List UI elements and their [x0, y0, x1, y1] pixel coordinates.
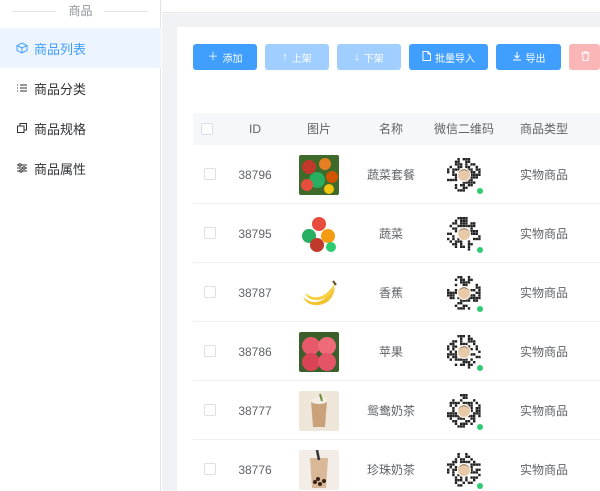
row-image	[299, 263, 339, 322]
cube-icon	[16, 42, 28, 54]
qr-code-image	[445, 215, 484, 254]
wechat-qr-code[interactable]	[443, 322, 485, 381]
row-image	[299, 440, 339, 491]
sidebar: 商品 商品列表 商品分类 商品规格 商品属性	[0, 0, 161, 491]
app: 商品 商品列表 商品分类 商品规格 商品属性 ＋ 添加 ↑ 上架 ↓ 下架 批量…	[0, 0, 600, 491]
wechat-badge-icon	[476, 245, 484, 254]
qr-code-image	[445, 274, 484, 313]
row-name: 鸳鸯奶茶	[366, 404, 415, 418]
document-icon	[422, 50, 431, 64]
bananas-image	[299, 272, 339, 313]
header-wechat-qr: 微信二维码	[433, 122, 494, 136]
wechat-badge-icon	[476, 304, 484, 313]
wechat-qr-code[interactable]	[443, 263, 485, 322]
on-shelf-button[interactable]: ↑ 上架	[265, 44, 329, 70]
table-header: ID 图片 名称 微信二维码 商品类型	[193, 113, 600, 146]
bubble-tea-image	[299, 449, 339, 490]
sidebar-item-label: 商品属性	[34, 161, 87, 177]
select-all-checkbox[interactable]	[201, 123, 213, 135]
row-type: 实物商品	[519, 345, 568, 359]
header-image: 图片	[306, 122, 331, 136]
row-name: 蔬菜套餐	[366, 168, 415, 182]
row-image	[299, 204, 339, 263]
copy-icon	[16, 122, 28, 134]
apples-image	[299, 331, 339, 372]
off-shelf-button[interactable]: ↓ 下架	[337, 44, 401, 70]
sidebar-group-title: 商品	[0, 0, 161, 24]
wechat-qr-code[interactable]	[443, 381, 485, 440]
wechat-qr-code[interactable]	[443, 204, 485, 263]
wechat-badge-icon	[476, 363, 484, 372]
arrow-up-icon: ↑	[282, 50, 288, 63]
row-id: 38777	[238, 403, 272, 418]
table-row[interactable]: 38795 蔬菜 实物商品	[193, 204, 600, 263]
sidebar-item-product-spec[interactable]: 商品规格	[0, 108, 161, 148]
sidebar-item-product-attribute[interactable]: 商品属性	[0, 148, 161, 188]
vegetable-basket-image	[299, 154, 339, 195]
batch-import-button[interactable]: 批量导入	[409, 44, 488, 70]
row-type: 实物商品	[519, 227, 568, 241]
sidebar-item-label: 商品分类	[34, 81, 87, 97]
row-image	[299, 145, 339, 204]
row-checkbox[interactable]	[204, 168, 216, 180]
sidebar-item-product-list[interactable]: 商品列表	[0, 28, 161, 68]
row-checkbox[interactable]	[204, 286, 216, 298]
row-id: 38786	[238, 344, 272, 359]
row-type: 实物商品	[519, 404, 568, 418]
row-image	[299, 322, 339, 381]
header-product-type: 商品类型	[519, 122, 568, 136]
row-id: 38776	[238, 462, 272, 477]
sliders-icon	[16, 162, 28, 174]
table-row[interactable]: 38776 珍珠奶茶 实物商品	[193, 440, 600, 491]
add-button[interactable]: ＋ 添加	[193, 44, 257, 70]
row-type: 实物商品	[519, 286, 568, 300]
row-checkbox[interactable]	[204, 404, 216, 416]
sidebar-item-product-category[interactable]: 商品分类	[0, 68, 161, 108]
row-type: 实物商品	[519, 463, 568, 477]
table-row[interactable]: 38787 香蕉 实物商品	[193, 263, 600, 322]
arrow-down-icon: ↓	[354, 50, 360, 63]
wechat-qr-code[interactable]	[443, 145, 485, 204]
table-row[interactable]: 38777 鸳鸯奶茶 实物商品	[193, 381, 600, 440]
qr-code-image	[445, 451, 484, 490]
qr-code-image	[445, 392, 484, 431]
header-name: 名称	[378, 122, 403, 136]
row-image	[299, 381, 339, 440]
top-bar	[162, 0, 600, 13]
row-name: 蔬菜	[378, 227, 403, 241]
delete-button[interactable]	[569, 44, 600, 70]
sidebar-item-label: 商品规格	[34, 121, 87, 137]
row-id: 38787	[238, 285, 272, 300]
row-type: 实物商品	[519, 168, 568, 182]
row-checkbox[interactable]	[204, 227, 216, 239]
table-row[interactable]: 38786 苹果 实物商品	[193, 322, 600, 381]
trash-icon	[581, 51, 590, 64]
row-id: 38795	[238, 226, 272, 241]
qr-code-image	[445, 156, 484, 195]
row-id: 38796	[238, 167, 272, 182]
header-id: ID	[249, 122, 261, 136]
sidebar-item-label: 商品列表	[34, 41, 87, 57]
list-icon	[16, 82, 28, 94]
wechat-badge-icon	[476, 186, 484, 195]
wechat-badge-icon	[476, 481, 484, 490]
row-name: 珍珠奶茶	[366, 463, 415, 477]
table-row[interactable]: 38796 蔬菜套餐 实物商品	[193, 145, 600, 204]
row-checkbox[interactable]	[204, 345, 216, 357]
row-name: 香蕉	[378, 286, 403, 300]
download-icon	[512, 51, 522, 64]
row-checkbox[interactable]	[204, 463, 216, 475]
vegetables-image	[299, 213, 339, 254]
wechat-badge-icon	[476, 422, 484, 431]
export-button[interactable]: 导出	[496, 44, 561, 70]
plus-icon: ＋	[207, 50, 219, 63]
milk-tea-image	[299, 390, 339, 431]
wechat-qr-code[interactable]	[443, 440, 485, 491]
row-name: 苹果	[378, 345, 403, 359]
qr-code-image	[445, 333, 484, 372]
